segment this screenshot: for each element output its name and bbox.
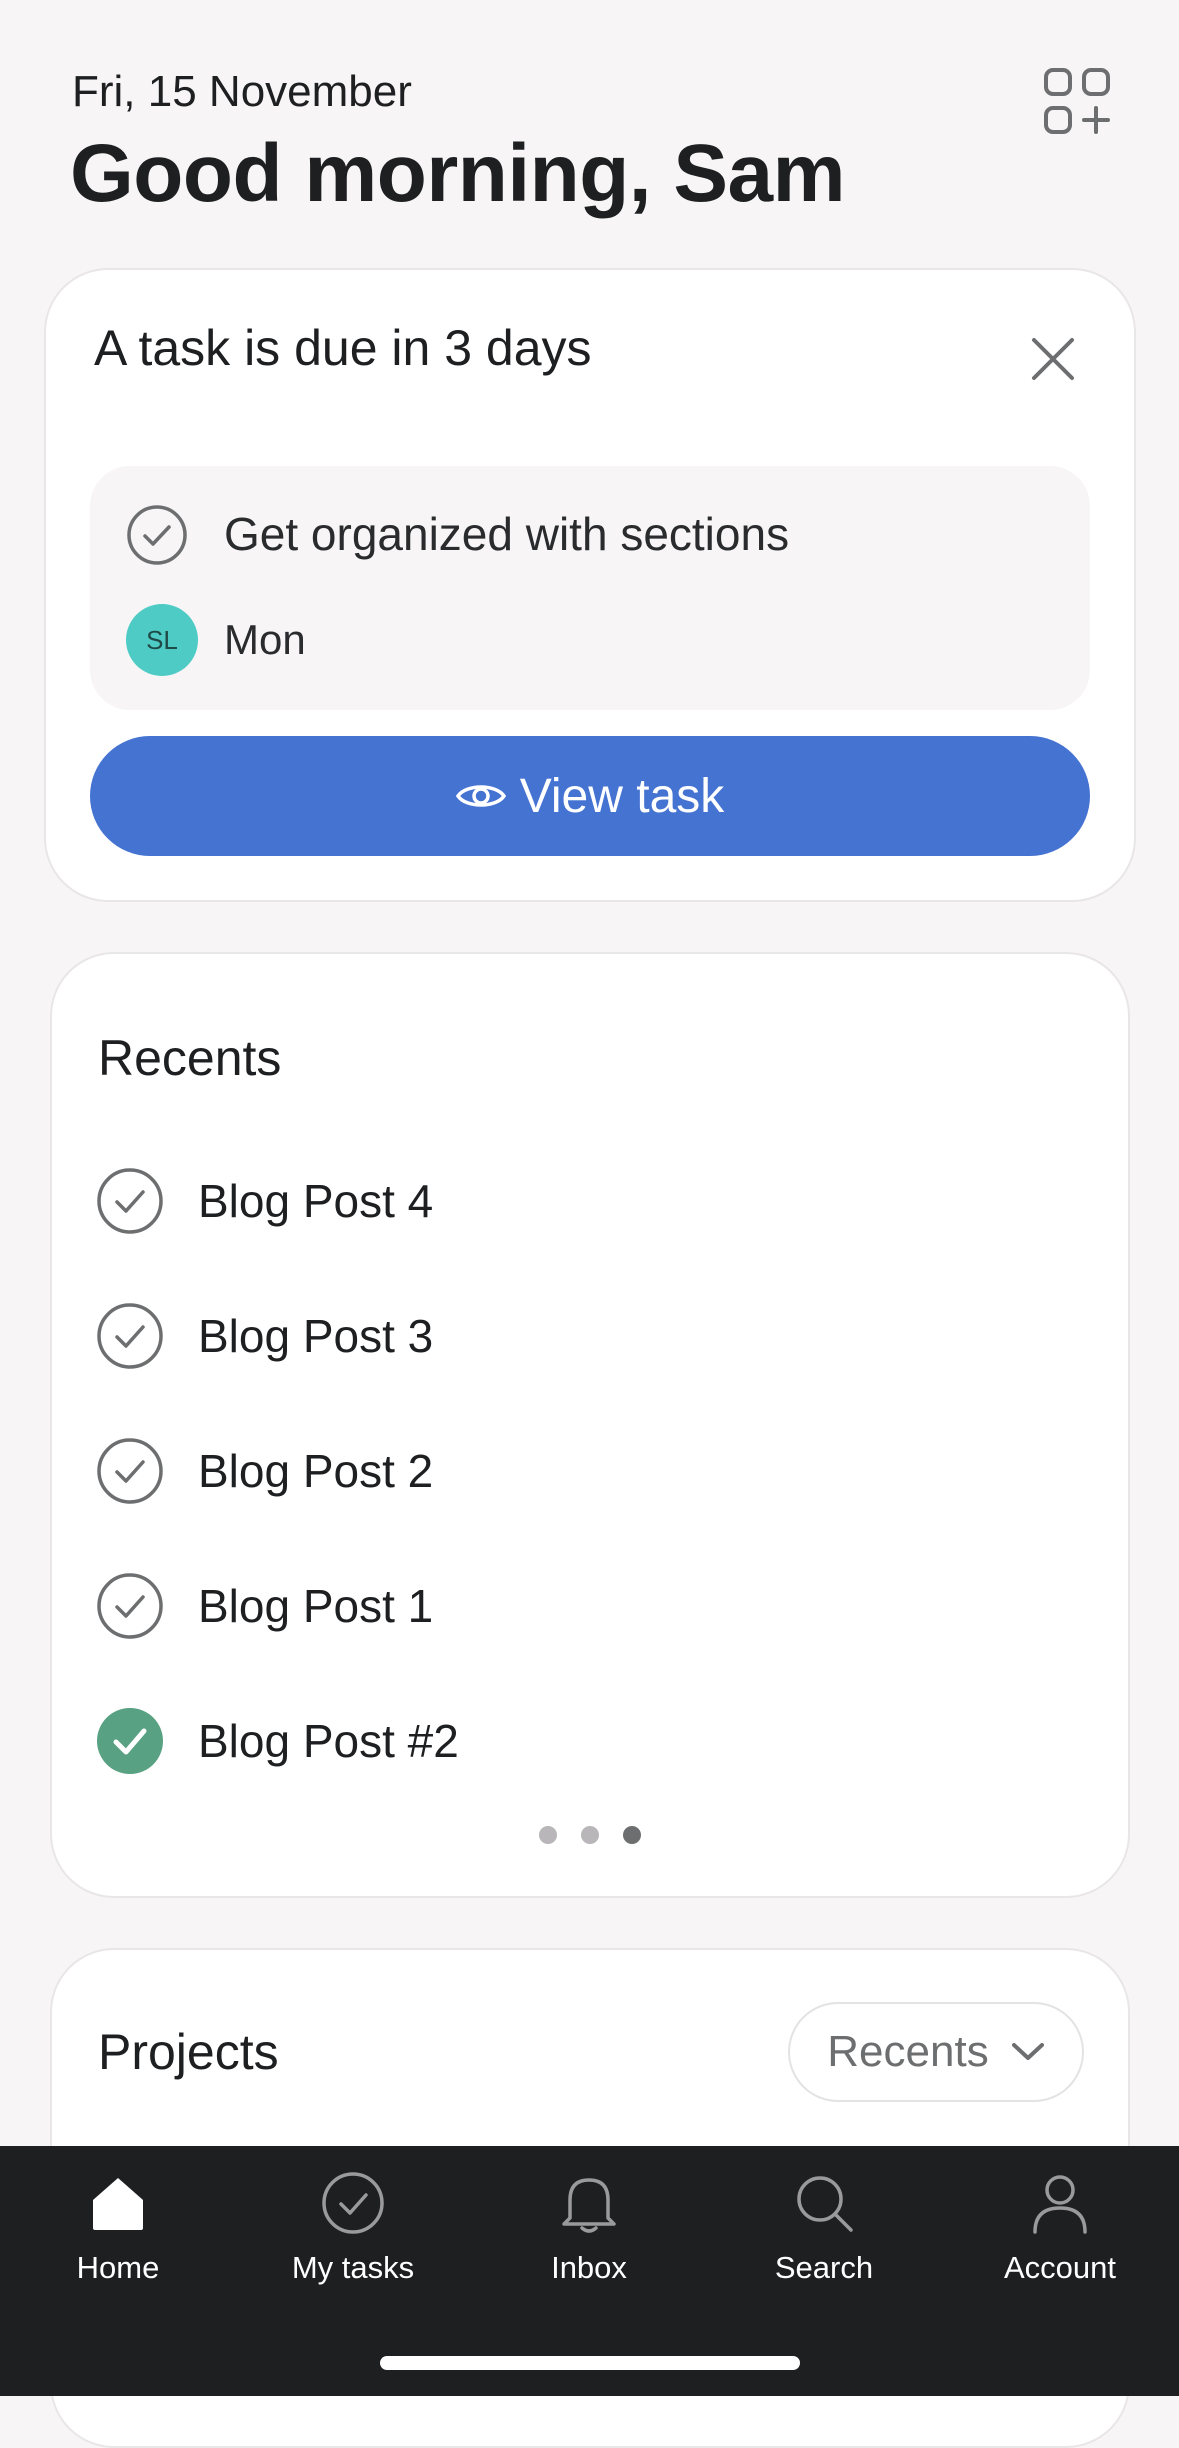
- list-item-label: Blog Post #2: [198, 1715, 459, 1767]
- page-dot[interactable]: [581, 1826, 599, 1844]
- chevron-down-icon: [1011, 2043, 1044, 2060]
- search-icon: [797, 2176, 853, 2232]
- page-indicator[interactable]: [52, 1826, 1128, 1844]
- eye-icon: [455, 785, 506, 807]
- nav-search[interactable]: Search: [724, 2170, 924, 2286]
- page-dot[interactable]: [539, 1826, 557, 1844]
- greeting-heading: Good morning, Sam: [70, 128, 846, 219]
- list-item[interactable]: Blog Post 4: [96, 1166, 433, 1236]
- list-item[interactable]: Blog Post #2: [96, 1706, 459, 1776]
- nav-label: Search: [774, 2250, 874, 2285]
- list-item-label: Blog Post 4: [198, 1175, 434, 1227]
- bell-icon: [562, 2178, 616, 2233]
- nav-my-tasks[interactable]: My tasks: [253, 2170, 453, 2286]
- widgets-add-icon[interactable]: [1042, 66, 1112, 136]
- check-circle-icon[interactable]: [96, 1572, 164, 1640]
- recents-card: Recents Blog Post 4 Blog Post 3 Blog Pos…: [50, 952, 1130, 1898]
- check-circle-icon[interactable]: [96, 1302, 164, 1370]
- check-circle-icon[interactable]: [96, 1167, 164, 1235]
- home-icon: [93, 2178, 143, 2230]
- list-item[interactable]: Blog Post 1: [96, 1571, 433, 1641]
- task-name[interactable]: Get organized with sections: [224, 504, 789, 564]
- list-item[interactable]: Blog Post 2: [96, 1436, 433, 1506]
- nav-home[interactable]: Home: [18, 2170, 218, 2286]
- check-circle-icon: [322, 2172, 384, 2234]
- recents-title: Recents: [98, 1030, 282, 1086]
- nav-label: Home: [76, 2250, 160, 2285]
- sort-label: Recents: [827, 2027, 989, 2076]
- nav-label: Inbox: [551, 2250, 627, 2285]
- nav-account[interactable]: Account: [960, 2170, 1160, 2286]
- completed-check-icon[interactable]: [96, 1707, 164, 1775]
- list-item-label: Blog Post 3: [198, 1310, 434, 1362]
- view-task-label: View task: [519, 769, 725, 823]
- page-dot-active[interactable]: [623, 1826, 641, 1844]
- home-indicator: [380, 2356, 800, 2370]
- projects-title: Projects: [98, 2024, 279, 2080]
- check-circle-icon[interactable]: [126, 504, 188, 566]
- close-icon[interactable]: [1026, 332, 1080, 386]
- list-item-label: Blog Post 2: [198, 1445, 434, 1497]
- list-item-label: Blog Post 1: [198, 1580, 434, 1632]
- nav-label: Account: [1003, 2250, 1116, 2285]
- task-preview[interactable]: [90, 466, 1090, 710]
- task-due-date: Mon: [224, 616, 306, 663]
- task-due-card: A task is due in 3 days Get organized wi…: [44, 268, 1136, 902]
- projects-sort-dropdown[interactable]: Recents: [788, 2002, 1084, 2102]
- nav-label: My tasks: [291, 2250, 415, 2285]
- nav-inbox[interactable]: Inbox: [489, 2170, 689, 2286]
- task-due-title: A task is due in 3 days: [94, 320, 592, 376]
- avatar: SL: [126, 604, 198, 676]
- view-task-button[interactable]: View task: [90, 736, 1090, 856]
- date-label: Fri, 15 November: [72, 67, 412, 116]
- person-icon: [1033, 2175, 1087, 2234]
- check-circle-icon[interactable]: [96, 1437, 164, 1505]
- list-item[interactable]: Blog Post 3: [96, 1301, 433, 1371]
